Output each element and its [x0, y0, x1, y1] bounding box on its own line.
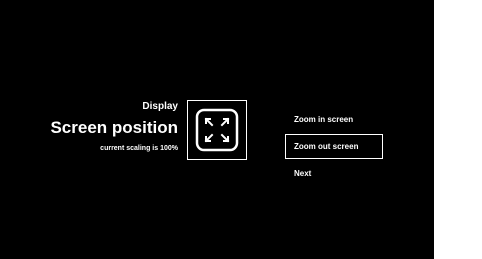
title-block: Display Screen position current scaling …: [50, 101, 178, 153]
settings-screen: Display Screen position current scaling …: [0, 0, 434, 259]
zoom-out-screen-option[interactable]: Zoom out screen: [285, 134, 383, 159]
section-label: Display: [142, 101, 178, 112]
next-option[interactable]: Next: [285, 161, 383, 186]
page-title: Screen position: [50, 118, 178, 137]
scaling-status: current scaling is 100%: [100, 145, 178, 152]
options-menu: Zoom in screen Zoom out screen Next: [285, 107, 383, 188]
fullscreen-icon: [187, 100, 247, 160]
zoom-in-screen-option[interactable]: Zoom in screen: [285, 107, 383, 132]
